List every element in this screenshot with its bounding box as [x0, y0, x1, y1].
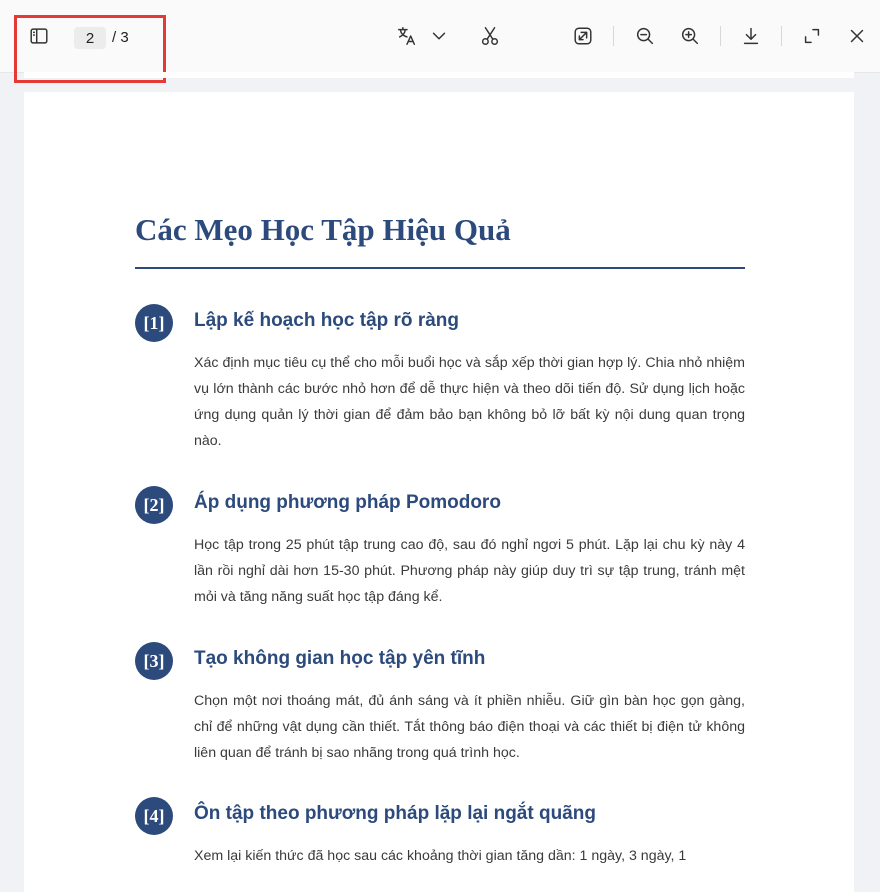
toolbar-divider — [781, 26, 782, 46]
translate-options-button[interactable] — [425, 22, 453, 50]
tip-number-badge: [2] — [135, 486, 173, 524]
tip-heading: Lập kế hoạch học tập rõ ràng — [194, 310, 459, 331]
clip-button[interactable] — [476, 22, 504, 50]
toolbar-divider — [613, 26, 614, 46]
tip-number-badge: [4] — [135, 797, 173, 835]
page-total-label: / 3 — [112, 29, 129, 46]
close-icon — [850, 29, 864, 43]
open-external-icon — [574, 27, 592, 45]
toolbar-divider — [720, 26, 721, 46]
close-button[interactable] — [843, 22, 871, 50]
fullscreen-icon — [804, 28, 820, 44]
pdf-page: Các Mẹo Học Tập Hiệu Quả [1] Lập kế hoạc… — [24, 92, 854, 892]
translate-button[interactable] — [393, 22, 421, 50]
fullscreen-button[interactable] — [798, 22, 826, 50]
translate-icon — [398, 27, 416, 45]
tip-number-badge: [3] — [135, 642, 173, 680]
tip-heading: Áp dụng phương pháp Pomodoro — [194, 492, 501, 513]
tip-heading: Tạo không gian học tập yên tĩnh — [194, 648, 486, 669]
title-divider — [135, 267, 745, 269]
sidebar-icon — [30, 28, 48, 44]
scissors-icon — [481, 27, 499, 45]
open-external-button[interactable] — [569, 22, 597, 50]
document-title: Các Mẹo Học Tập Hiệu Quả — [135, 212, 511, 247]
zoom-in-icon — [681, 27, 699, 45]
tip-body: Xác định mục tiêu cụ thể cho mỗi buổi họ… — [194, 355, 745, 449]
download-icon — [743, 27, 759, 45]
zoom-in-button[interactable] — [676, 22, 704, 50]
chevron-down-icon — [432, 32, 446, 40]
tip-body: Học tập trong 25 phút tập trung cao độ, … — [194, 537, 745, 605]
sidebar-toggle-button[interactable] — [25, 22, 53, 50]
tip-body: Xem lại kiến thức đã học sau các khoảng … — [194, 848, 687, 864]
previous-page-edge — [24, 72, 854, 78]
tip-body: Chọn một nơi thoáng mát, đủ ánh sáng và … — [194, 693, 745, 761]
download-button[interactable] — [737, 22, 765, 50]
pdf-toolbar: / 3 — [0, 0, 880, 73]
tip-number-badge: [1] — [135, 304, 173, 342]
zoom-out-button[interactable] — [631, 22, 659, 50]
page-number-input[interactable] — [74, 27, 106, 49]
zoom-out-icon — [636, 27, 654, 45]
tip-heading: Ôn tập theo phương pháp lặp lại ngắt quã… — [194, 803, 596, 824]
